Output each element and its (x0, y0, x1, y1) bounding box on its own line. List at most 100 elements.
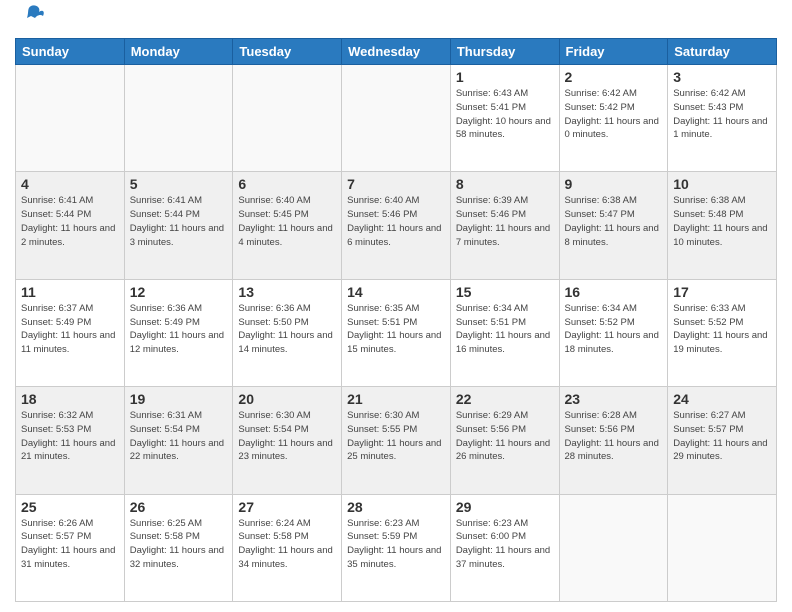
calendar-week-2: 4 Sunrise: 6:41 AM Sunset: 5:44 PM Daylig… (16, 172, 777, 279)
day-number: 14 (347, 284, 445, 300)
day-number: 18 (21, 391, 119, 407)
calendar-cell: 18 Sunrise: 6:32 AM Sunset: 5:53 PM Dayli… (16, 387, 125, 494)
calendar-cell: 5 Sunrise: 6:41 AM Sunset: 5:44 PM Daylig… (124, 172, 233, 279)
day-info: Sunrise: 6:36 AM Sunset: 5:50 PM Dayligh… (238, 302, 336, 357)
day-info: Sunrise: 6:29 AM Sunset: 5:56 PM Dayligh… (456, 409, 554, 464)
day-info: Sunrise: 6:27 AM Sunset: 5:57 PM Dayligh… (673, 409, 771, 464)
calendar-cell: 24 Sunrise: 6:27 AM Sunset: 5:57 PM Dayli… (668, 387, 777, 494)
calendar-cell: 29 Sunrise: 6:23 AM Sunset: 6:00 PM Dayli… (450, 494, 559, 601)
day-number: 12 (130, 284, 228, 300)
day-number: 6 (238, 176, 336, 192)
day-info: Sunrise: 6:35 AM Sunset: 5:51 PM Dayligh… (347, 302, 445, 357)
calendar-header-thursday: Thursday (450, 39, 559, 65)
calendar-cell: 27 Sunrise: 6:24 AM Sunset: 5:58 PM Dayli… (233, 494, 342, 601)
day-number: 1 (456, 69, 554, 85)
calendar-header-monday: Monday (124, 39, 233, 65)
calendar-cell: 26Sunrise: 6:25 AM Sunset: 5:58 PM Dayli… (124, 494, 233, 601)
calendar-cell: 13 Sunrise: 6:36 AM Sunset: 5:50 PM Dayli… (233, 279, 342, 386)
day-number: 15 (456, 284, 554, 300)
calendar-cell: 20Sunrise: 6:30 AM Sunset: 5:54 PM Dayli… (233, 387, 342, 494)
day-number: 23 (565, 391, 663, 407)
day-number: 22 (456, 391, 554, 407)
calendar-header-sunday: Sunday (16, 39, 125, 65)
calendar-cell: 22 Sunrise: 6:29 AM Sunset: 5:56 PM Dayli… (450, 387, 559, 494)
day-info: Sunrise: 6:37 AM Sunset: 5:49 PM Dayligh… (21, 302, 119, 357)
day-number: 7 (347, 176, 445, 192)
day-number: 16 (565, 284, 663, 300)
calendar-cell: 19 Sunrise: 6:31 AM Sunset: 5:54 PM Dayli… (124, 387, 233, 494)
day-number: 27 (238, 499, 336, 515)
calendar-cell: 8 Sunrise: 6:39 AM Sunset: 5:46 PM Daylig… (450, 172, 559, 279)
day-number: 5 (130, 176, 228, 192)
calendar-cell (342, 65, 451, 172)
calendar-cell (16, 65, 125, 172)
day-number: 2 (565, 69, 663, 85)
calendar-cell: 25 Sunrise: 6:26 AM Sunset: 5:57 PM Dayli… (16, 494, 125, 601)
calendar-cell: 10 Sunrise: 6:38 AM Sunset: 5:48 PM Dayli… (668, 172, 777, 279)
day-info: Sunrise: 6:24 AM Sunset: 5:58 PM Dayligh… (238, 517, 336, 572)
day-info: Sunrise: 6:40 AM Sunset: 5:46 PM Dayligh… (347, 194, 445, 249)
page: SundayMondayTuesdayWednesdayThursdayFrid… (0, 0, 792, 612)
calendar-header-tuesday: Tuesday (233, 39, 342, 65)
day-info: Sunrise: 6:34 AM Sunset: 5:51 PM Dayligh… (456, 302, 554, 357)
calendar-cell: 11 Sunrise: 6:37 AM Sunset: 5:49 PM Dayli… (16, 279, 125, 386)
calendar-week-3: 11 Sunrise: 6:37 AM Sunset: 5:49 PM Dayli… (16, 279, 777, 386)
day-info: Sunrise: 6:31 AM Sunset: 5:54 PM Dayligh… (130, 409, 228, 464)
calendar-cell (124, 65, 233, 172)
day-number: 25 (21, 499, 119, 515)
day-info: Sunrise: 6:42 AM Sunset: 5:43 PM Dayligh… (673, 87, 771, 142)
day-info: Sunrise: 6:25 AM Sunset: 5:58 PM Dayligh… (130, 517, 228, 572)
calendar-cell: 23Sunrise: 6:28 AM Sunset: 5:56 PM Dayli… (559, 387, 668, 494)
calendar-cell: 3 Sunrise: 6:42 AM Sunset: 5:43 PM Daylig… (668, 65, 777, 172)
day-number: 8 (456, 176, 554, 192)
calendar-cell: 14 Sunrise: 6:35 AM Sunset: 5:51 PM Dayli… (342, 279, 451, 386)
calendar-cell: 12 Sunrise: 6:36 AM Sunset: 5:49 PM Dayli… (124, 279, 233, 386)
calendar-cell: 6 Sunrise: 6:40 AM Sunset: 5:45 PM Daylig… (233, 172, 342, 279)
day-info: Sunrise: 6:43 AM Sunset: 5:41 PM Dayligh… (456, 87, 554, 142)
day-info: Sunrise: 6:34 AM Sunset: 5:52 PM Dayligh… (565, 302, 663, 357)
day-info: Sunrise: 6:36 AM Sunset: 5:49 PM Dayligh… (130, 302, 228, 357)
day-info: Sunrise: 6:33 AM Sunset: 5:52 PM Dayligh… (673, 302, 771, 357)
day-info: Sunrise: 6:38 AM Sunset: 5:48 PM Dayligh… (673, 194, 771, 249)
calendar-table: SundayMondayTuesdayWednesdayThursdayFrid… (15, 38, 777, 602)
logo-bird-icon (17, 2, 45, 30)
calendar-cell (668, 494, 777, 601)
day-info: Sunrise: 6:23 AM Sunset: 5:59 PM Dayligh… (347, 517, 445, 572)
day-number: 19 (130, 391, 228, 407)
calendar-week-5: 25 Sunrise: 6:26 AM Sunset: 5:57 PM Dayli… (16, 494, 777, 601)
calendar-header-saturday: Saturday (668, 39, 777, 65)
day-number: 29 (456, 499, 554, 515)
day-info: Sunrise: 6:39 AM Sunset: 5:46 PM Dayligh… (456, 194, 554, 249)
calendar-header-wednesday: Wednesday (342, 39, 451, 65)
calendar-cell: 2 Sunrise: 6:42 AM Sunset: 5:42 PM Daylig… (559, 65, 668, 172)
day-info: Sunrise: 6:42 AM Sunset: 5:42 PM Dayligh… (565, 87, 663, 142)
day-number: 21 (347, 391, 445, 407)
day-number: 11 (21, 284, 119, 300)
logo (15, 10, 45, 30)
calendar-week-1: 1 Sunrise: 6:43 AM Sunset: 5:41 PM Daylig… (16, 65, 777, 172)
header (15, 10, 777, 30)
calendar-cell: 9Sunrise: 6:38 AM Sunset: 5:47 PM Daylig… (559, 172, 668, 279)
calendar-cell: 1 Sunrise: 6:43 AM Sunset: 5:41 PM Daylig… (450, 65, 559, 172)
calendar-cell: 17Sunrise: 6:33 AM Sunset: 5:52 PM Dayli… (668, 279, 777, 386)
day-number: 4 (21, 176, 119, 192)
day-info: Sunrise: 6:30 AM Sunset: 5:55 PM Dayligh… (347, 409, 445, 464)
day-info: Sunrise: 6:32 AM Sunset: 5:53 PM Dayligh… (21, 409, 119, 464)
day-number: 24 (673, 391, 771, 407)
day-info: Sunrise: 6:26 AM Sunset: 5:57 PM Dayligh… (21, 517, 119, 572)
day-number: 13 (238, 284, 336, 300)
day-number: 28 (347, 499, 445, 515)
day-info: Sunrise: 6:41 AM Sunset: 5:44 PM Dayligh… (21, 194, 119, 249)
day-info: Sunrise: 6:38 AM Sunset: 5:47 PM Dayligh… (565, 194, 663, 249)
calendar-cell: 21 Sunrise: 6:30 AM Sunset: 5:55 PM Dayli… (342, 387, 451, 494)
calendar-cell: 15 Sunrise: 6:34 AM Sunset: 5:51 PM Dayli… (450, 279, 559, 386)
day-number: 10 (673, 176, 771, 192)
day-number: 20 (238, 391, 336, 407)
calendar-cell (233, 65, 342, 172)
day-info: Sunrise: 6:23 AM Sunset: 6:00 PM Dayligh… (456, 517, 554, 572)
day-number: 3 (673, 69, 771, 85)
day-info: Sunrise: 6:41 AM Sunset: 5:44 PM Dayligh… (130, 194, 228, 249)
calendar-cell: 7 Sunrise: 6:40 AM Sunset: 5:46 PM Daylig… (342, 172, 451, 279)
day-info: Sunrise: 6:40 AM Sunset: 5:45 PM Dayligh… (238, 194, 336, 249)
calendar-week-4: 18 Sunrise: 6:32 AM Sunset: 5:53 PM Dayli… (16, 387, 777, 494)
